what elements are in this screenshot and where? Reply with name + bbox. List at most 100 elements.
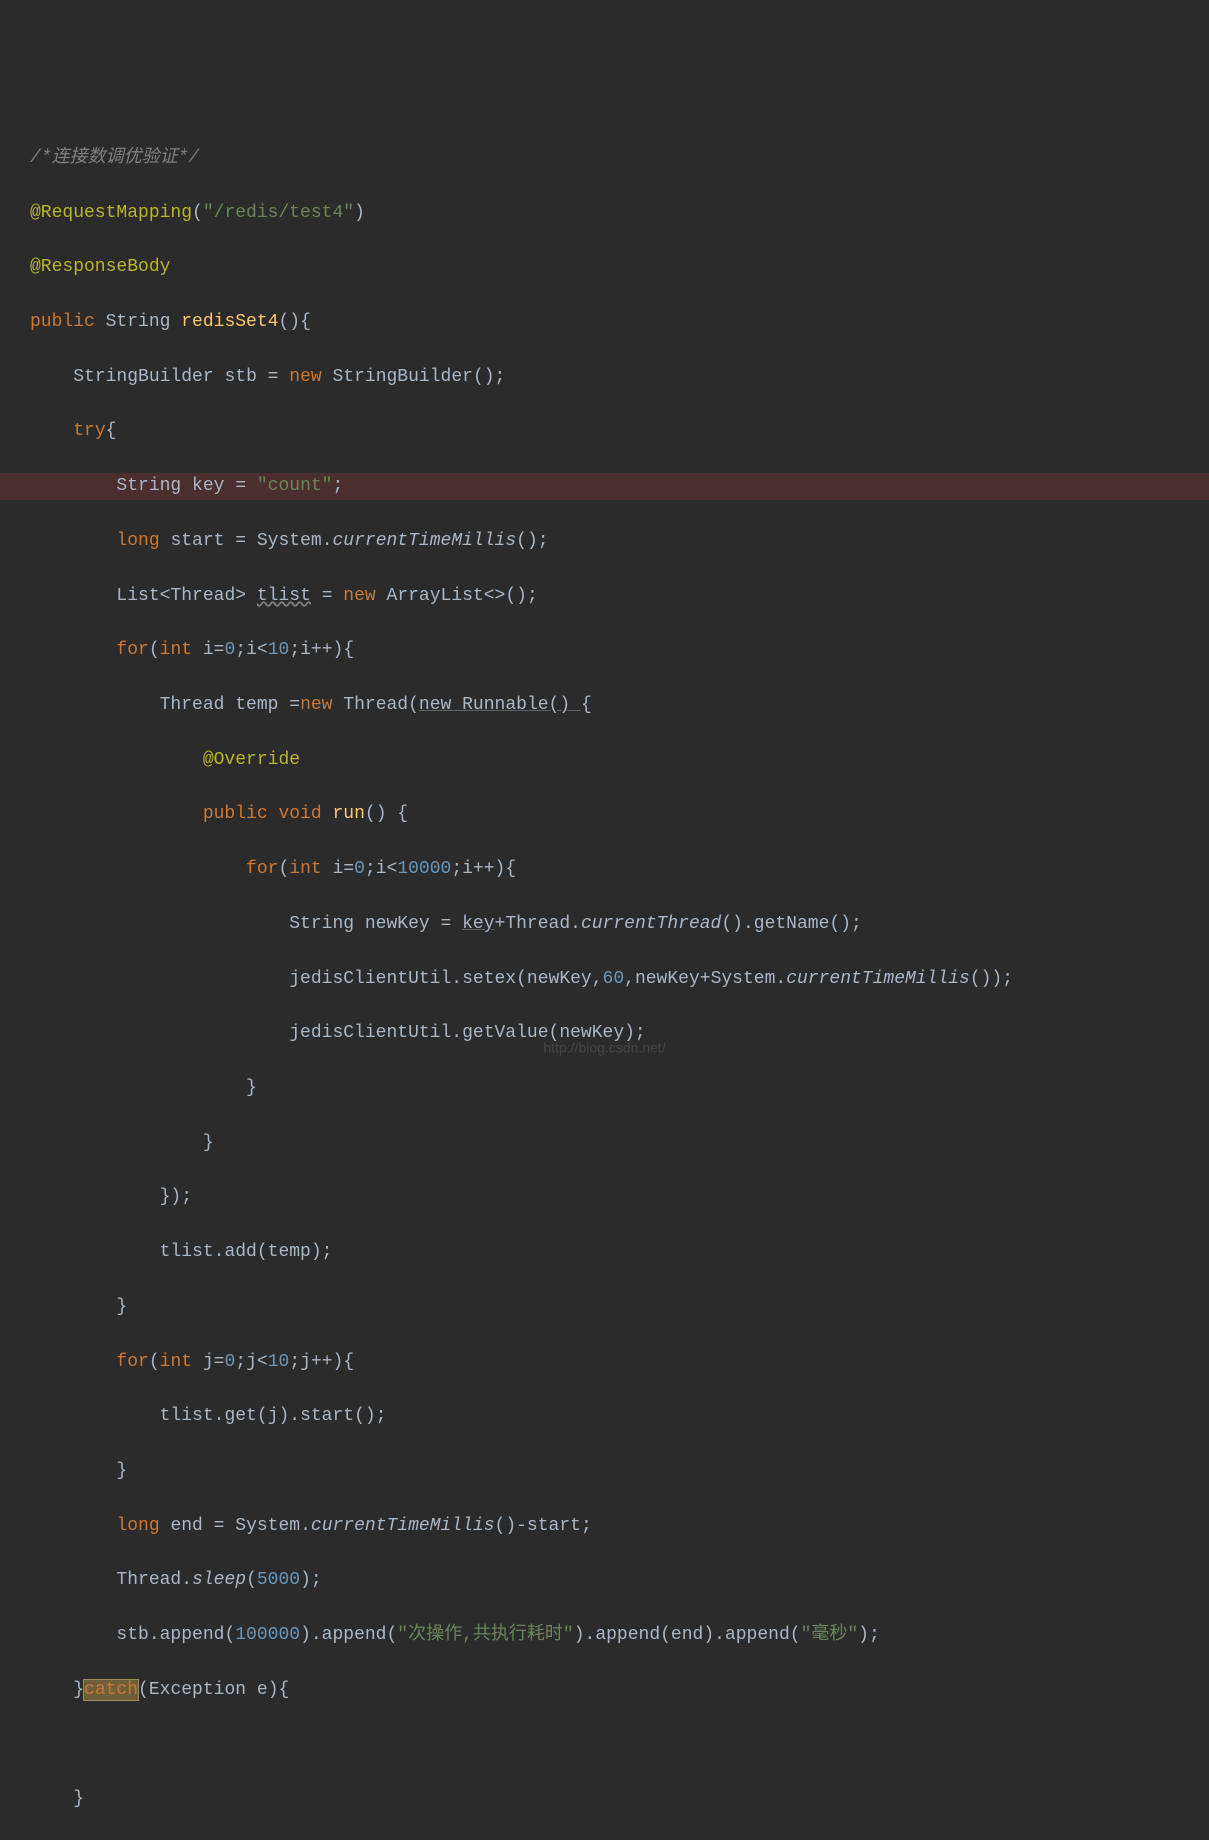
keyword: int	[160, 640, 192, 660]
number: 0	[354, 859, 365, 879]
code-line: StringBuilder stb = new StringBuilder();	[0, 364, 1209, 391]
code-line: for(int j=0;j<10;j++){	[0, 1349, 1209, 1376]
method: currentTimeMillis	[786, 969, 970, 989]
code-line: /*连接数调优验证*/	[0, 145, 1209, 172]
code-line: public String redisSet4(){	[0, 309, 1209, 336]
string: "/redis/test4"	[203, 203, 354, 223]
var: start	[170, 531, 224, 551]
code-line: }catch(Exception e){	[0, 1677, 1209, 1704]
string: "次操作,共执行耗时"	[397, 1625, 573, 1645]
var: i	[203, 640, 214, 660]
method: add	[224, 1242, 256, 1262]
class: System	[257, 531, 322, 551]
method: getName	[754, 914, 830, 934]
annotation: @ResponseBody	[30, 257, 170, 277]
method: append	[725, 1625, 790, 1645]
code-line-highlighted: String key = "count";	[0, 473, 1209, 500]
keyword: public	[203, 804, 268, 824]
code-line: for(int i=0;i<10000;i++){	[0, 856, 1209, 883]
keyword: new	[300, 695, 332, 715]
code-line: public void run() {	[0, 801, 1209, 828]
code-line: long end = System.currentTimeMillis()-st…	[0, 1513, 1209, 1540]
type: ArrayList	[387, 586, 484, 606]
var: jedisClientUtil	[289, 969, 451, 989]
type: List	[116, 586, 159, 606]
type: Thread	[170, 586, 235, 606]
keyword: for	[116, 640, 148, 660]
var: tlist	[257, 586, 311, 606]
keyword: for	[116, 1352, 148, 1372]
var: temp	[235, 695, 278, 715]
code-line: Thread.sleep(5000);	[0, 1567, 1209, 1594]
method: getValue	[462, 1023, 548, 1043]
code-line: }	[0, 1786, 1209, 1813]
method: sleep	[192, 1570, 246, 1590]
code-line: stb.append(100000).append("次操作,共执行耗时").a…	[0, 1622, 1209, 1649]
method: currentThread	[581, 914, 721, 934]
annotation: @Override	[203, 750, 300, 770]
var-ref: key	[462, 914, 494, 934]
keyword: new	[343, 586, 375, 606]
code-line: @ResponseBody	[0, 254, 1209, 281]
code-line: String newKey = key+Thread.currentThread…	[0, 911, 1209, 938]
keyword: new	[289, 367, 321, 387]
number: 0	[224, 1352, 235, 1372]
code-line: tlist.get(j).start();	[0, 1403, 1209, 1430]
code-line: jedisClientUtil.getValue(newKey);	[0, 1020, 1209, 1047]
number: 10	[268, 640, 290, 660]
type: String	[289, 914, 354, 934]
code-line: }	[0, 1458, 1209, 1485]
class: System	[235, 1516, 300, 1536]
keyword: public	[30, 312, 95, 332]
keyword: catch	[84, 1680, 138, 1700]
method: append	[322, 1625, 387, 1645]
code-line: List<Thread> tlist = new ArrayList<>();	[0, 583, 1209, 610]
method: append	[160, 1625, 225, 1645]
code-line: }	[0, 1130, 1209, 1157]
code-editor[interactable]: /*连接数调优验证*/ @RequestMapping("/redis/test…	[0, 117, 1209, 1840]
var: j	[203, 1352, 214, 1372]
method: currentTimeMillis	[311, 1516, 495, 1536]
method: get	[224, 1406, 256, 1426]
type: Thread	[160, 695, 225, 715]
type: StringBuilder	[73, 367, 213, 387]
type: Exception	[149, 1680, 246, 1700]
type: Thread	[343, 695, 408, 715]
number: 0	[224, 640, 235, 660]
string: "count"	[257, 476, 333, 496]
var: e	[257, 1680, 268, 1700]
var: jedisClientUtil	[289, 1023, 451, 1043]
method-name: redisSet4	[181, 312, 278, 332]
type: StringBuilder	[333, 367, 473, 387]
method: start	[300, 1406, 354, 1426]
var: stb	[224, 367, 256, 387]
keyword: try	[73, 421, 105, 441]
number: 5000	[257, 1570, 300, 1590]
number: 10000	[397, 859, 451, 879]
var: end	[170, 1516, 202, 1536]
anon-class: new Runnable()	[419, 695, 581, 715]
string: "毫秒"	[801, 1625, 859, 1645]
code-line: @Override	[0, 747, 1209, 774]
keyword: int	[289, 859, 321, 879]
code-line: }	[0, 1075, 1209, 1102]
code-line: try{	[0, 418, 1209, 445]
code-line: @RequestMapping("/redis/test4")	[0, 200, 1209, 227]
var: key	[192, 476, 224, 496]
comment: /*连接数调优验证*/	[30, 148, 199, 168]
annotation: @RequestMapping	[30, 203, 192, 223]
code-line: tlist.add(temp);	[0, 1239, 1209, 1266]
keyword: for	[246, 859, 278, 879]
method: currentTimeMillis	[333, 531, 517, 551]
code-line: jedisClientUtil.setex(newKey,60,newKey+S…	[0, 966, 1209, 993]
method-name: run	[332, 804, 364, 824]
code-line: Thread temp =new Thread(new Runnable() {	[0, 692, 1209, 719]
class: System	[711, 969, 776, 989]
number: 10	[268, 1352, 290, 1372]
var: newKey	[365, 914, 430, 934]
code-line: }	[0, 1294, 1209, 1321]
keyword: long	[116, 531, 159, 551]
code-line: for(int i=0;i<10;i++){	[0, 637, 1209, 664]
code-line: });	[0, 1184, 1209, 1211]
keyword: long	[116, 1516, 159, 1536]
